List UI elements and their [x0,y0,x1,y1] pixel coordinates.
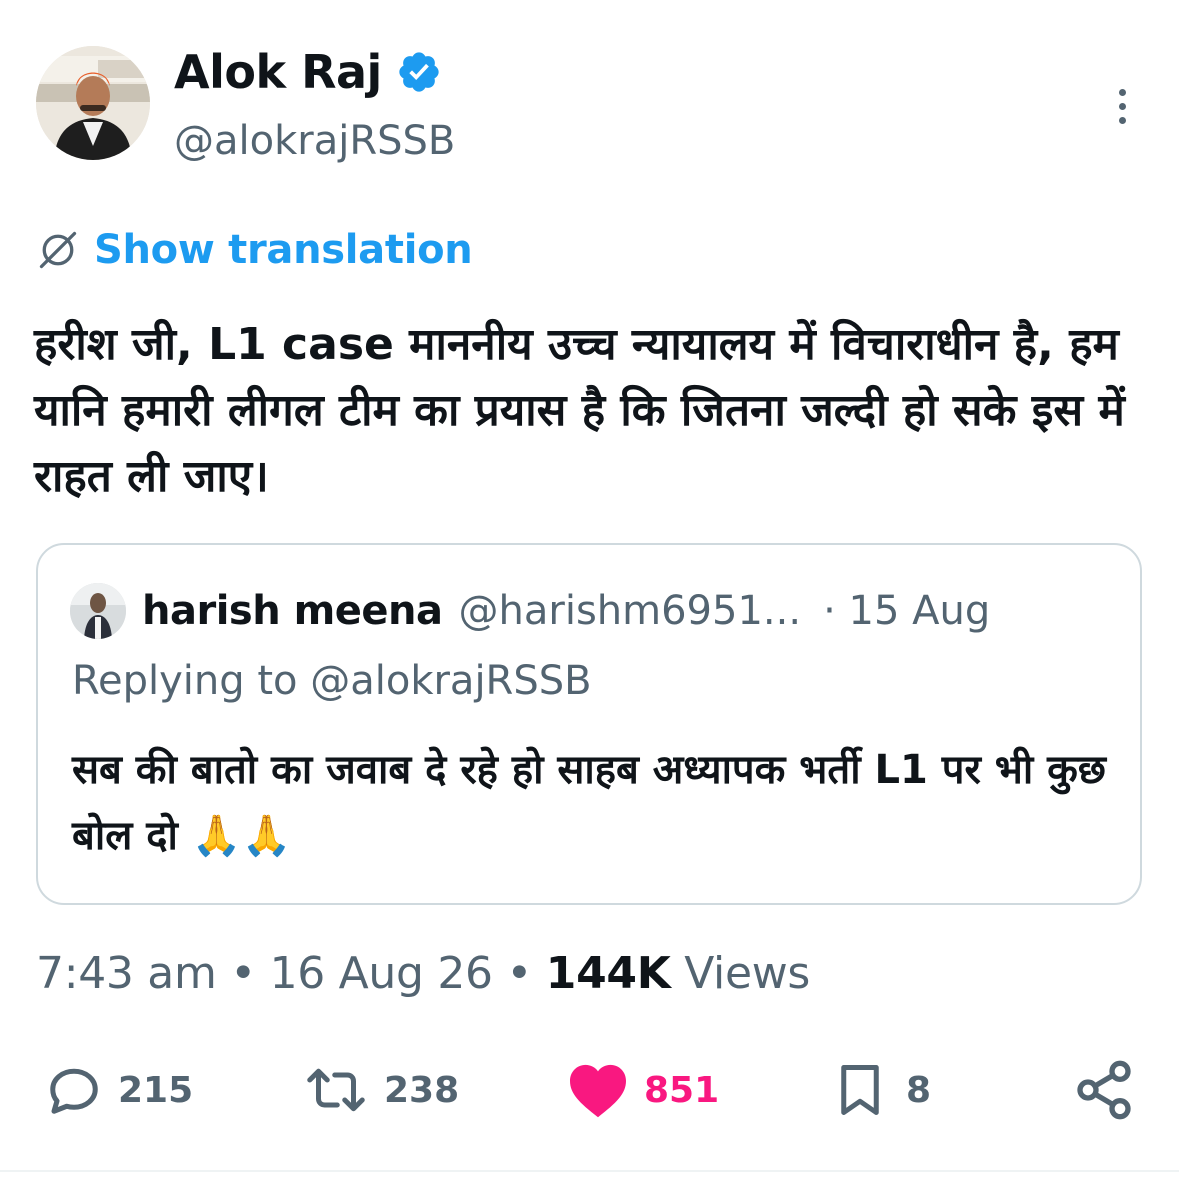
like-button[interactable]: 851 [566,1058,719,1122]
tweet-time[interactable]: 7:43 am [36,948,217,999]
views-count: 144K [545,948,671,999]
quoted-date: · 15 Aug [823,588,991,634]
like-icon [570,1064,626,1118]
quoted-tweet-header: harish meena @harishm6951... · 15 Aug [70,581,990,641]
quoted-tweet-text: सब की बातो का जवाब दे रहे हो साहब अध्याप… [72,747,1106,859]
author-name-row[interactable]: Alok Raj [174,42,442,102]
show-translation-label: Show translation [94,227,473,273]
translate-icon [39,231,77,269]
more-options-button[interactable] [1106,84,1138,128]
repost-count: 238 [384,1069,460,1111]
bookmark-icon [841,1065,879,1115]
like-count: 851 [644,1069,720,1111]
bookmark-button[interactable]: 8 [828,1058,931,1122]
quoted-author-name[interactable]: harish meena [142,588,443,634]
repost-icon [307,1068,365,1112]
share-button[interactable] [1072,1058,1136,1122]
author-avatar[interactable] [36,46,150,160]
tweet-text: हरीश जी, L1 case माननीय उच्च न्यायालय मे… [34,319,1125,502]
verified-badge-icon [396,49,442,95]
tweet-meta: 7:43 am • 16 Aug 26 • 144K Views [36,948,811,999]
repost-button[interactable]: 238 [302,1058,459,1122]
quoted-author-handle[interactable]: @harishm6951... [459,588,802,634]
bottom-divider [0,1170,1179,1172]
show-translation-button[interactable]: Show translation [36,222,473,278]
share-icon [1077,1060,1131,1120]
quoted-author-avatar[interactable] [70,583,126,639]
bookmark-count: 8 [906,1069,932,1111]
views-label: Views [684,948,811,999]
more-icon [1118,88,1126,96]
quoted-replying-to: Replying to @alokrajRSSB [72,658,592,704]
quoted-tweet[interactable]: harish meena @harishm6951... · 15 Aug Re… [36,543,1142,905]
tweet-date[interactable]: 16 Aug 26 [270,948,493,999]
reply-button[interactable]: 215 [44,1058,193,1122]
reply-icon [50,1068,98,1114]
reply-count: 215 [118,1069,194,1111]
author-handle[interactable]: @alokrajRSSB [174,113,455,169]
author-name[interactable]: Alok Raj [174,42,382,102]
